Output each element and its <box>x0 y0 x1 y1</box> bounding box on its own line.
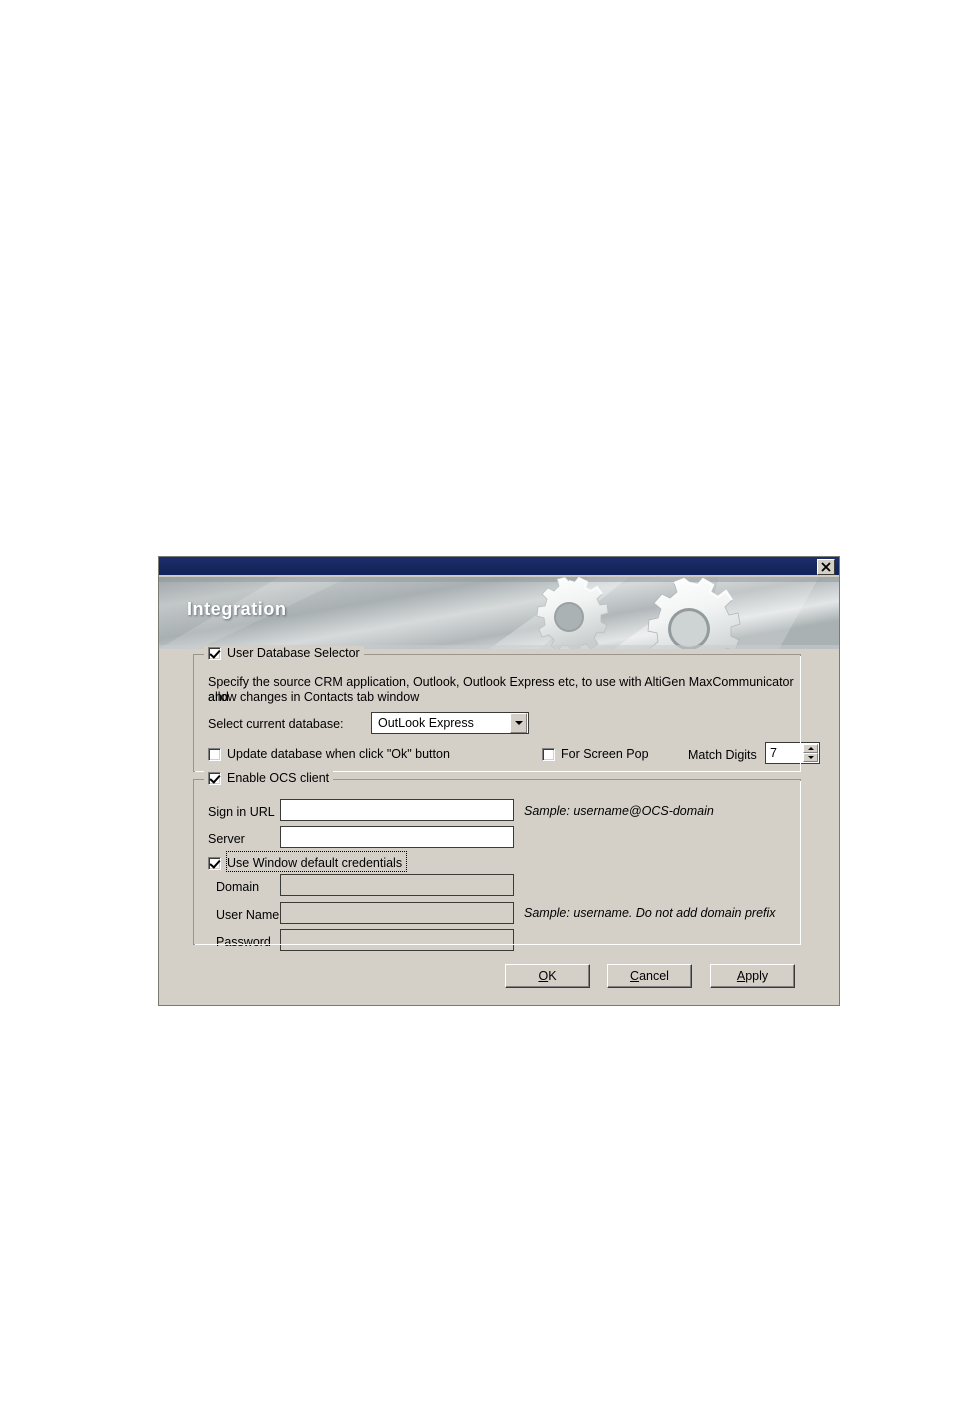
select-current-database-label: Select current database: <box>208 717 344 731</box>
user-name-input[interactable] <box>280 902 514 924</box>
close-button[interactable] <box>817 559 835 575</box>
for-screen-pop-label: For Screen Pop <box>561 747 649 761</box>
enable-ocs-client-checkbox[interactable] <box>208 771 221 785</box>
database-combobox-value: OutLook Express <box>378 716 474 730</box>
spinner-up-button[interactable] <box>803 744 818 753</box>
integration-dialog: Integration User Database Selector Speci… <box>158 556 840 1006</box>
spinner-up-icon <box>807 747 814 750</box>
ok-button[interactable]: OK <box>505 964 590 988</box>
cancel-label-post: ancel <box>639 969 669 983</box>
cancel-button-label: Cancel <box>630 969 669 983</box>
apply-accel: A <box>736 969 746 983</box>
ok-label-post: K <box>548 969 557 983</box>
password-input[interactable] <box>280 929 514 951</box>
cancel-accel: C <box>630 969 640 983</box>
for-screen-pop-checkbox-row[interactable]: For Screen Pop <box>542 747 649 761</box>
match-digits-stepper[interactable]: 7 <box>765 742 820 764</box>
ok-button-label: OK <box>538 969 556 983</box>
server-label: Server <box>208 832 245 846</box>
user-name-sample-text: Sample: username. Do not add domain pref… <box>524 906 776 920</box>
user-database-selector-legend[interactable]: User Database Selector <box>204 646 364 660</box>
enable-ocs-client-legend[interactable]: Enable OCS client <box>204 771 334 785</box>
update-database-checkbox[interactable] <box>208 747 221 761</box>
match-digits-value[interactable]: 7 <box>766 743 803 763</box>
user-database-selector-label: User Database Selector <box>227 646 360 660</box>
database-description-line2: allow changes in Contacts tab window <box>208 690 420 704</box>
update-database-checkbox-row[interactable]: Update database when click "Ok" button <box>208 747 450 761</box>
server-input[interactable] <box>280 826 514 848</box>
match-digits-label: Match Digits <box>688 748 757 762</box>
close-icon <box>821 562 831 572</box>
title-bar <box>159 557 839 577</box>
user-name-label: User Name <box>216 908 280 922</box>
ok-accel: O <box>538 969 549 983</box>
database-combobox-button[interactable] <box>510 713 527 733</box>
user-database-selector-checkbox[interactable] <box>208 646 221 660</box>
apply-button-label: Apply <box>737 969 768 983</box>
apply-label-post: pply <box>745 969 769 983</box>
sign-in-url-label: Sign in URL <box>208 805 275 819</box>
password-label: Password <box>216 935 271 949</box>
use-default-credentials-label: Use Window default credentials <box>227 856 403 870</box>
spinner-down-button[interactable] <box>803 753 818 762</box>
domain-label: Domain <box>216 880 260 894</box>
domain-input[interactable] <box>280 874 514 896</box>
apply-button[interactable]: Apply <box>710 964 795 988</box>
use-default-credentials-checkbox-row[interactable]: Use Window default credentials <box>208 856 402 870</box>
update-database-label: Update database when click "Ok" button <box>227 747 450 761</box>
enable-ocs-client-group: Enable OCS client Sign in URL Sample: us… <box>193 771 801 951</box>
spinner-down-icon <box>807 756 814 759</box>
banner: Integration <box>159 577 839 649</box>
chevron-down-icon <box>514 721 523 725</box>
user-database-selector-group: User Database Selector Specify the sourc… <box>193 646 820 772</box>
enable-ocs-client-label: Enable OCS client <box>227 771 330 785</box>
use-default-credentials-checkbox[interactable] <box>208 856 221 870</box>
cancel-button[interactable]: Cancel <box>607 964 692 988</box>
page-title: Integration <box>187 599 287 619</box>
database-combobox[interactable]: OutLook Express <box>371 712 529 734</box>
match-digits-spin-buttons[interactable] <box>803 744 818 762</box>
for-screen-pop-checkbox[interactable] <box>542 747 555 761</box>
sign-in-url-input[interactable] <box>280 799 514 821</box>
sign-in-url-sample-text: Sample: username@OCS-domain <box>524 804 714 818</box>
